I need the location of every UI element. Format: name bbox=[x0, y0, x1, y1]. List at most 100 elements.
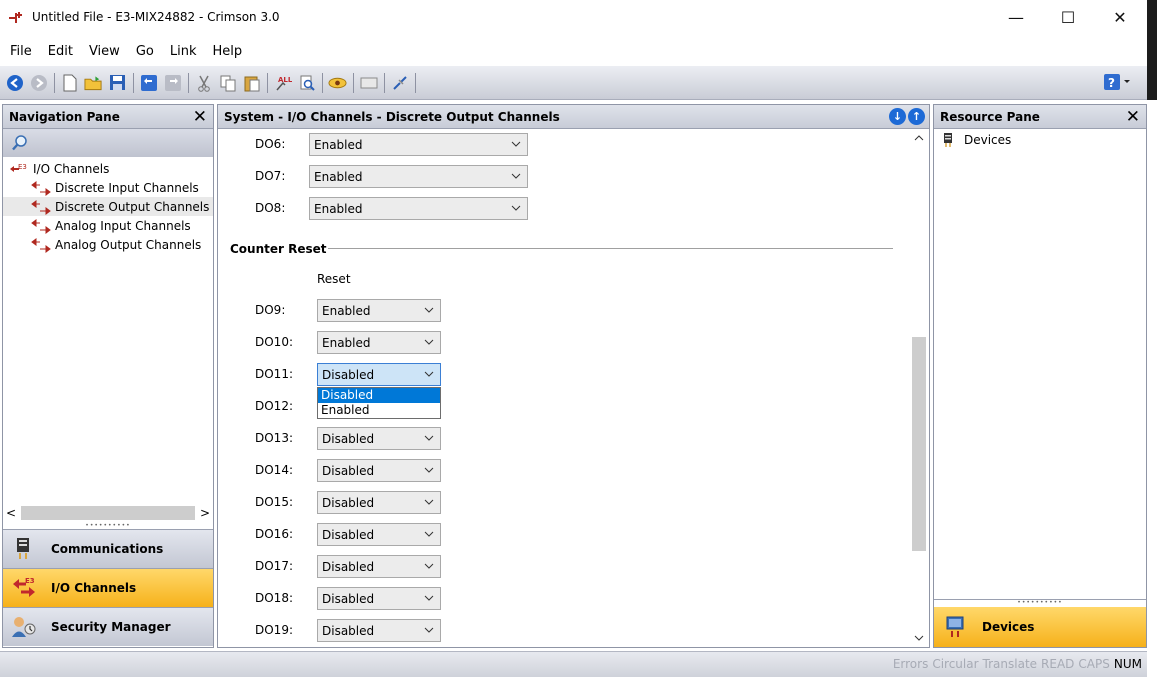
menu-file[interactable]: File bbox=[10, 44, 32, 59]
find-all-icon[interactable]: ALL bbox=[273, 73, 292, 92]
select-do7-mode[interactable]: Enabled bbox=[309, 165, 528, 188]
scrollbar-thumb[interactable] bbox=[21, 506, 195, 520]
dropdown-option-disabled[interactable]: Disabled bbox=[318, 388, 440, 403]
select-do13-reset[interactable]: Disabled bbox=[317, 427, 441, 450]
close-window-button[interactable]: ✕ bbox=[1093, 0, 1147, 34]
main-editor-pane: System - I/O Channels - Discrete Output … bbox=[217, 104, 930, 648]
tree-item-analog-input[interactable]: Analog Input Channels bbox=[3, 216, 213, 235]
tree-item-label: Analog Output Channels bbox=[55, 237, 202, 252]
tree-item-analog-output[interactable]: Analog Output Channels bbox=[3, 235, 213, 254]
new-file-icon[interactable] bbox=[60, 73, 79, 92]
maximize-button[interactable]: ☐ bbox=[1041, 0, 1095, 34]
chevron-down-icon bbox=[1124, 80, 1130, 83]
toolbar: ALL ? bbox=[0, 66, 1147, 100]
menu-go[interactable]: Go bbox=[136, 44, 154, 59]
select-do18-reset[interactable]: Disabled bbox=[317, 587, 441, 610]
tree-item-discrete-output[interactable]: Discrete Output Channels bbox=[3, 197, 213, 216]
menu-link[interactable]: Link bbox=[170, 44, 197, 59]
row-label-do16: DO16: bbox=[255, 527, 293, 541]
scroll-left-icon[interactable]: < bbox=[5, 506, 17, 520]
nav-horizontal-scrollbar[interactable]: < > bbox=[5, 505, 211, 521]
communications-icon bbox=[17, 538, 29, 559]
row-label-do15: DO15: bbox=[255, 495, 293, 509]
svg-text:ALL: ALL bbox=[278, 76, 292, 84]
select-do16-reset[interactable]: Disabled bbox=[317, 523, 441, 546]
row-label-do14: DO14: bbox=[255, 463, 293, 477]
resource-item-devices[interactable]: Devices bbox=[934, 129, 1146, 151]
crimson-app-icon bbox=[9, 12, 22, 23]
chevron-down-icon bbox=[511, 205, 521, 211]
tree-item-label: I/O Channels bbox=[33, 161, 110, 176]
status-translate: Translate bbox=[982, 657, 1038, 671]
tree-item-io-channels[interactable]: E3 I/O Channels bbox=[3, 159, 213, 178]
select-do9-reset[interactable]: Enabled bbox=[317, 299, 441, 322]
undo-icon[interactable] bbox=[139, 73, 158, 92]
search-icon[interactable] bbox=[11, 134, 29, 152]
do11-reset-dropdown-list: Disabled Enabled bbox=[317, 387, 441, 419]
toolbar-separator bbox=[384, 72, 385, 93]
resource-pane-header: Resource Pane ✕ bbox=[934, 105, 1146, 129]
cut-icon[interactable] bbox=[194, 73, 213, 92]
category-communications[interactable]: Communications bbox=[3, 529, 213, 568]
navigation-pane-title: Navigation Pane bbox=[9, 109, 120, 124]
category-label: Security Manager bbox=[51, 620, 171, 634]
row-label-do19: DO19: bbox=[255, 623, 293, 637]
close-resource-pane-button[interactable]: ✕ bbox=[1126, 107, 1140, 127]
row-label-do17: DO17: bbox=[255, 559, 293, 573]
svg-text:E3: E3 bbox=[18, 163, 27, 171]
prev-up-icon[interactable]: ↑ bbox=[908, 108, 925, 125]
select-do11-reset[interactable]: Disabled bbox=[317, 363, 441, 386]
back-icon[interactable] bbox=[5, 73, 24, 92]
select-do14-reset[interactable]: Disabled bbox=[317, 459, 441, 482]
window-title: Untitled File - E3-MIX24882 - Crimson 3.… bbox=[32, 10, 280, 24]
scroll-down-icon[interactable] bbox=[909, 629, 929, 646]
minimize-button[interactable]: — bbox=[989, 0, 1043, 34]
select-do10-reset[interactable]: Enabled bbox=[317, 331, 441, 354]
link-icon[interactable] bbox=[390, 73, 409, 92]
main-vertical-scrollbar[interactable] bbox=[909, 129, 929, 647]
category-io-channels[interactable]: E3 I/O Channels bbox=[3, 568, 213, 607]
menu-edit[interactable]: Edit bbox=[48, 44, 73, 59]
save-icon[interactable] bbox=[108, 73, 127, 92]
copy-icon[interactable] bbox=[218, 73, 237, 92]
select-do8-mode[interactable]: Enabled bbox=[309, 197, 528, 220]
select-do17-reset[interactable]: Disabled bbox=[317, 555, 441, 578]
forward-icon[interactable] bbox=[29, 73, 48, 92]
select-do19-reset[interactable]: Disabled bbox=[317, 619, 441, 642]
menu-view[interactable]: View bbox=[89, 44, 120, 59]
find-icon[interactable] bbox=[297, 73, 316, 92]
redo-icon[interactable] bbox=[163, 73, 182, 92]
chevron-down-icon bbox=[424, 563, 434, 569]
category-security-manager[interactable]: Security Manager bbox=[3, 607, 213, 646]
open-folder-icon[interactable] bbox=[84, 73, 103, 92]
next-down-icon[interactable]: ↓ bbox=[889, 108, 906, 125]
help-icon: ? bbox=[1104, 74, 1120, 90]
toolbar-separator bbox=[54, 72, 55, 93]
splitter-grip[interactable]: •••••••••• bbox=[934, 599, 1146, 606]
help-dropdown[interactable]: ? bbox=[1103, 73, 1131, 91]
status-read: READ bbox=[1041, 657, 1075, 671]
close-navigation-pane-button[interactable]: ✕ bbox=[193, 107, 207, 127]
scroll-up-icon[interactable] bbox=[909, 129, 929, 146]
preview-icon[interactable] bbox=[328, 73, 347, 92]
chevron-down-icon bbox=[424, 499, 434, 505]
display-icon[interactable] bbox=[359, 73, 378, 92]
paste-icon[interactable] bbox=[242, 73, 261, 92]
toolbar-separator bbox=[267, 72, 268, 93]
resource-category-devices[interactable]: Devices bbox=[934, 607, 1146, 647]
main-pane-header: System - I/O Channels - Discrete Output … bbox=[218, 105, 929, 129]
row-label-do11: DO11: bbox=[255, 367, 293, 381]
status-bar: Errors Circular Translate READ CAPS NUM bbox=[0, 651, 1150, 677]
tree-item-discrete-input[interactable]: Discrete Input Channels bbox=[3, 178, 213, 197]
select-do6-mode[interactable]: Enabled bbox=[309, 133, 528, 156]
main-pane-title: System - I/O Channels - Discrete Output … bbox=[224, 109, 560, 124]
resource-item-label: Devices bbox=[964, 133, 1012, 147]
io-channels-icon: E3 bbox=[10, 163, 27, 172]
scrollbar-thumb[interactable] bbox=[912, 337, 926, 551]
scroll-right-icon[interactable]: > bbox=[199, 506, 211, 520]
group-divider bbox=[328, 248, 893, 249]
select-do15-reset[interactable]: Disabled bbox=[317, 491, 441, 514]
status-caps: CAPS bbox=[1078, 657, 1110, 671]
dropdown-option-enabled[interactable]: Enabled bbox=[318, 403, 440, 418]
menu-help[interactable]: Help bbox=[212, 44, 242, 59]
